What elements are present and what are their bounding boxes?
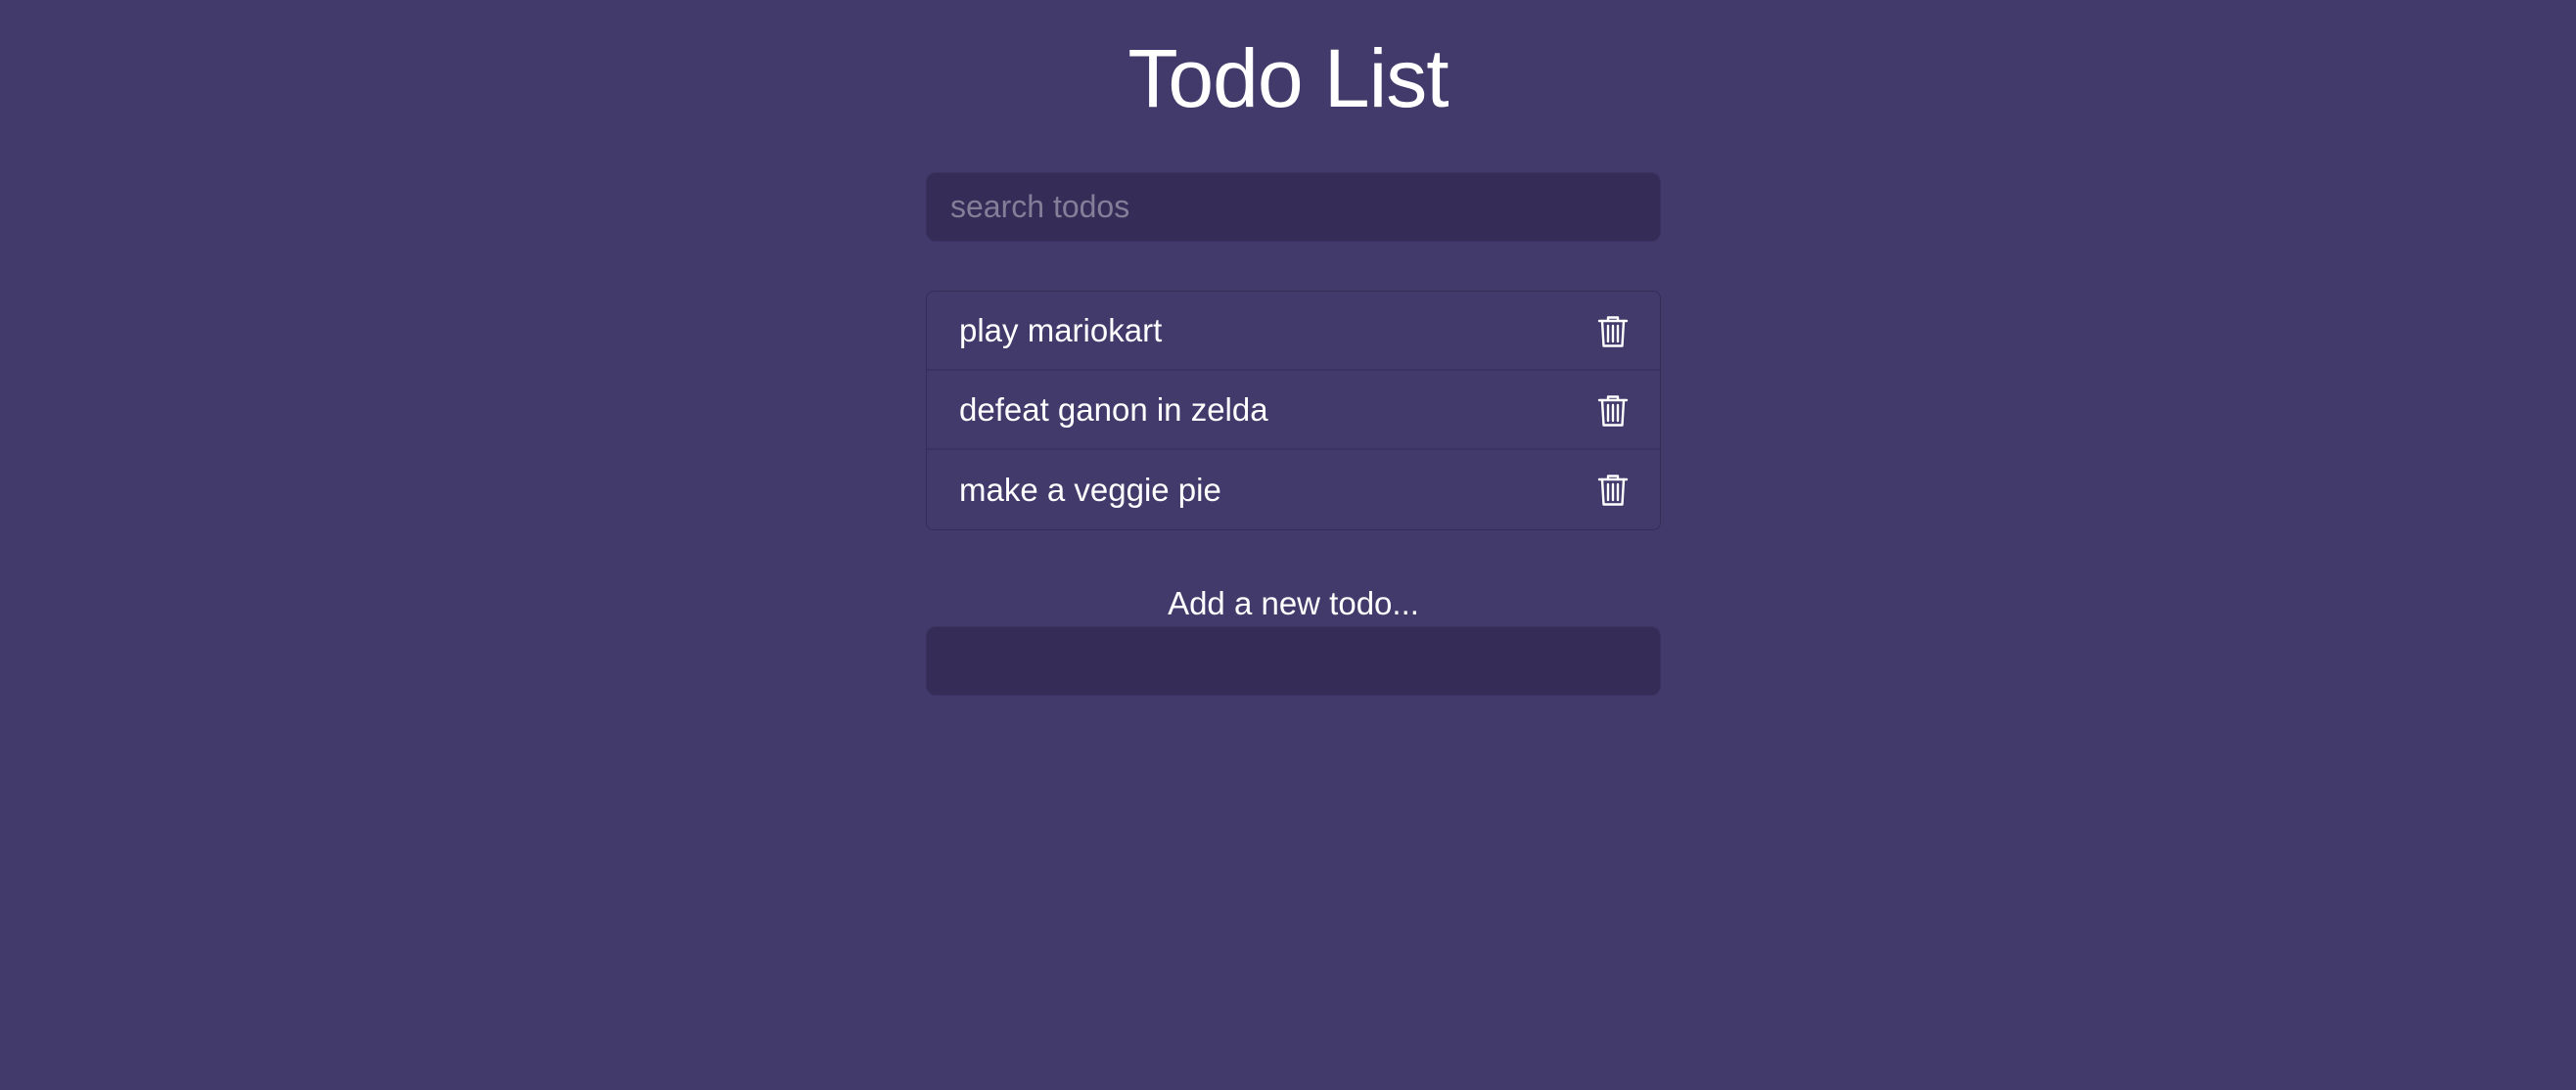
todo-text: defeat ganon in zelda — [959, 390, 1268, 428]
page-title: Todo List — [1127, 32, 1449, 124]
search-container — [926, 172, 1661, 242]
trash-icon[interactable] — [1597, 315, 1629, 348]
todo-app: Todo List play mariokart defeat ganon in… — [0, 0, 2576, 1090]
todo-text: play mariokart — [959, 311, 1163, 348]
add-todo-label: Add a new todo... — [1168, 585, 1419, 621]
trash-icon[interactable] — [1597, 474, 1629, 507]
list-item: play mariokart — [927, 292, 1660, 371]
add-todo-input[interactable] — [926, 626, 1661, 696]
todo-list: play mariokart defeat ganon in zelda mak… — [926, 291, 1661, 530]
todo-text: make a veggie pie — [959, 471, 1221, 508]
list-item: make a veggie pie — [927, 450, 1660, 529]
trash-icon[interactable] — [1597, 394, 1629, 428]
search-input[interactable] — [926, 172, 1661, 242]
list-item: defeat ganon in zelda — [927, 371, 1660, 450]
